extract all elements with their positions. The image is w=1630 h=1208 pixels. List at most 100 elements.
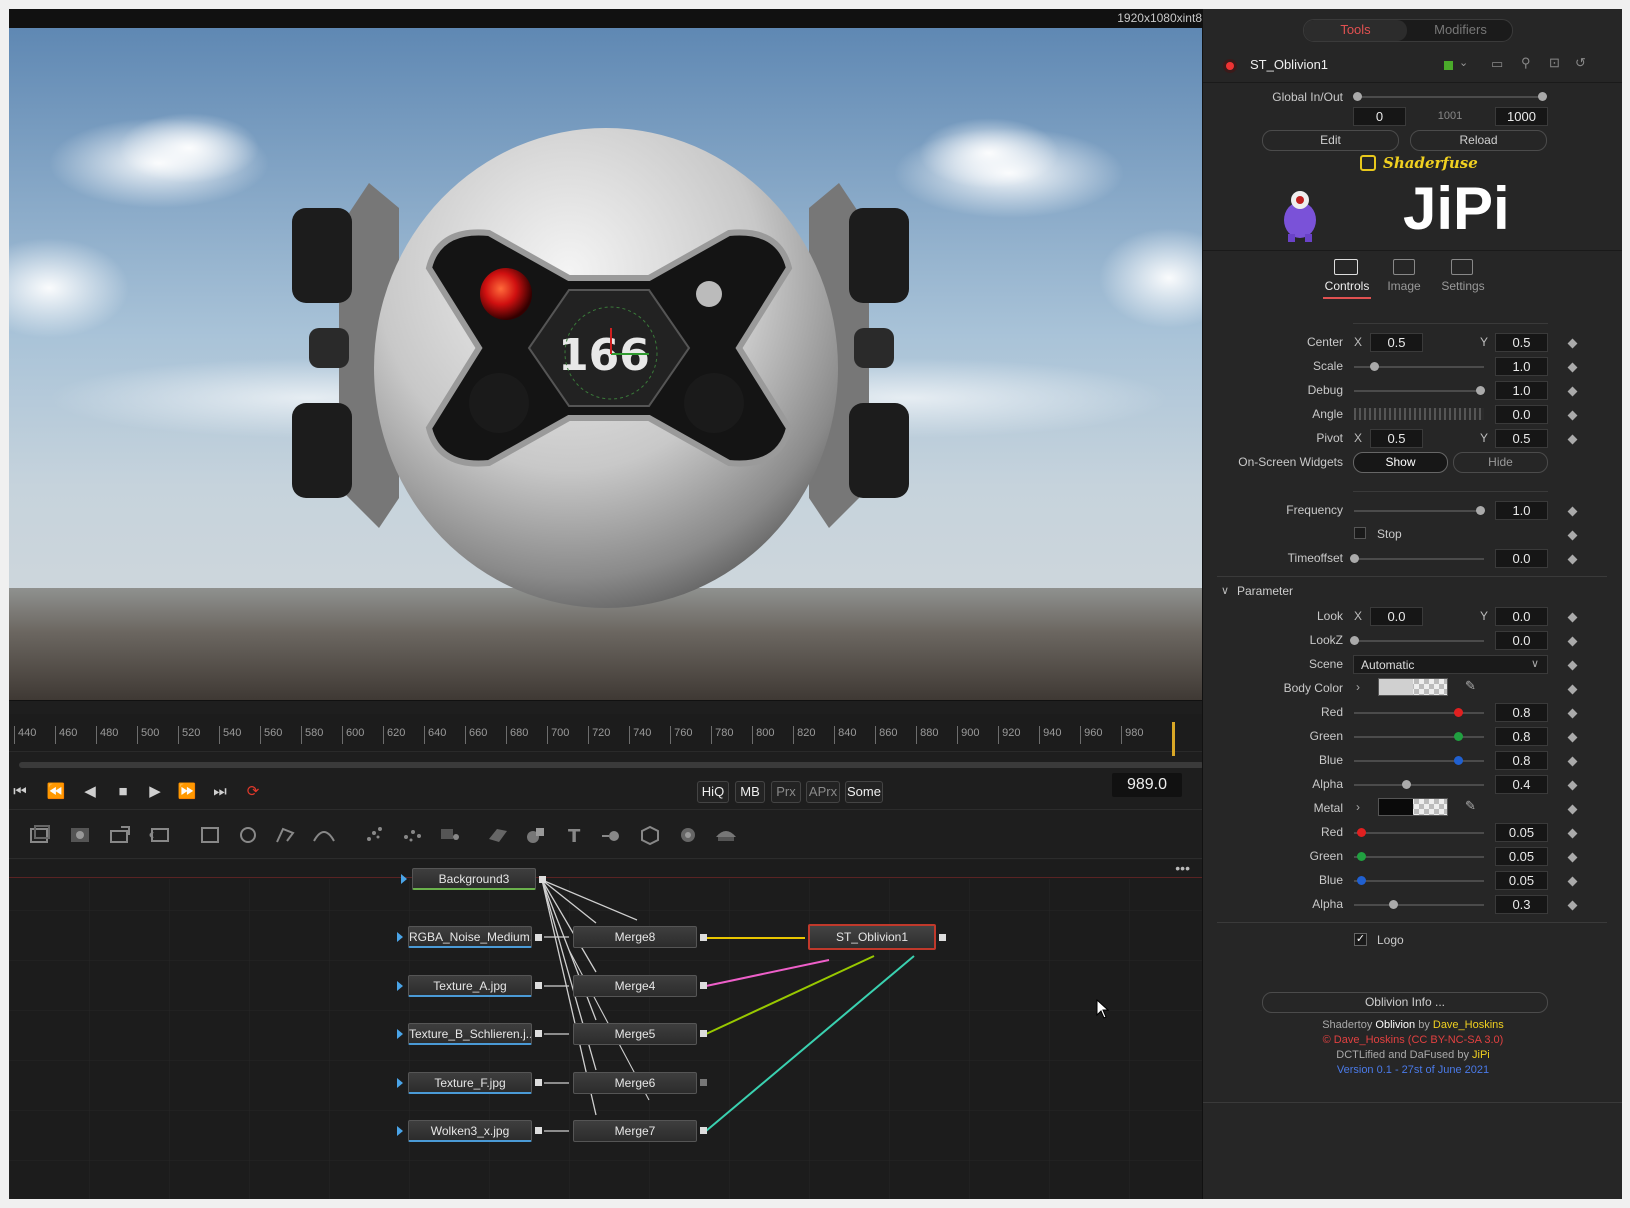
aprx-button[interactable]: APrx bbox=[806, 781, 840, 803]
particle-emitter-icon[interactable] bbox=[361, 823, 387, 847]
metal-blue-slider[interactable] bbox=[1354, 880, 1484, 882]
node-output-icon[interactable] bbox=[700, 982, 707, 989]
metal-alpha-field[interactable]: 0.3 bbox=[1495, 895, 1548, 914]
timeline-ruler[interactable]: 440 460 480 500 520 540 560 580 600 620 640 660 680 7… bbox=[9, 714, 1202, 752]
look-y-field[interactable]: 0.0 bbox=[1495, 607, 1548, 626]
text-3d-icon[interactable]: T bbox=[561, 823, 587, 847]
frequency-field[interactable]: 1.0 bbox=[1495, 501, 1548, 520]
body-red-slider[interactable] bbox=[1354, 712, 1484, 714]
metal-green-field[interactable]: 0.05 bbox=[1495, 847, 1548, 866]
some-button[interactable]: Some bbox=[845, 781, 883, 803]
node-merge7[interactable]: Merge7 bbox=[573, 1120, 697, 1142]
keyframe-icon[interactable] bbox=[1567, 732, 1578, 743]
node-output-icon[interactable] bbox=[700, 1079, 707, 1086]
stop-checkbox[interactable] bbox=[1354, 527, 1366, 539]
metal-blue-slider-handle[interactable] bbox=[1356, 876, 1366, 885]
loop-icon[interactable]: ⟳ bbox=[242, 782, 264, 802]
tool-enable-icon[interactable] bbox=[1223, 59, 1237, 73]
node-rgba-noise[interactable]: RGBA_Noise_Medium... bbox=[408, 926, 532, 948]
prx-button[interactable]: Prx bbox=[771, 781, 801, 803]
body-blue-field[interactable]: 0.8 bbox=[1495, 751, 1548, 770]
play-icon[interactable]: ▶ bbox=[144, 782, 166, 802]
node-st-oblivion1[interactable]: ST_Oblivion1 bbox=[808, 924, 936, 950]
shape-3d-icon[interactable] bbox=[523, 823, 549, 847]
current-frame-field[interactable]: 989.0 bbox=[1112, 773, 1182, 797]
frequency-slider-handle[interactable] bbox=[1476, 506, 1486, 515]
debug-field[interactable]: 1.0 bbox=[1495, 381, 1548, 400]
eyedropper-icon[interactable]: ✎ bbox=[1465, 798, 1476, 814]
keyframe-icon[interactable] bbox=[1567, 434, 1578, 445]
particle-merge-icon[interactable] bbox=[437, 823, 463, 847]
step-back-icon[interactable]: ◀ bbox=[79, 782, 101, 802]
global-inout-slider[interactable] bbox=[1356, 96, 1542, 98]
pivot-x-field[interactable]: 0.5 bbox=[1370, 429, 1423, 448]
tab-tools[interactable]: Tools bbox=[1304, 20, 1407, 41]
renderer-3d-icon[interactable] bbox=[713, 823, 739, 847]
particle-render-icon[interactable] bbox=[399, 823, 425, 847]
oblivion-info-button[interactable]: Oblivion Info ... bbox=[1262, 992, 1548, 1013]
metal-red-slider[interactable] bbox=[1354, 832, 1484, 834]
frequency-slider[interactable] bbox=[1354, 510, 1484, 512]
timeoffset-field[interactable]: 0.0 bbox=[1495, 549, 1548, 568]
transform-tool-icon[interactable] bbox=[147, 823, 173, 847]
keyframe-icon[interactable] bbox=[1567, 362, 1578, 373]
keyframe-icon[interactable] bbox=[1567, 386, 1578, 397]
body-red-slider-handle[interactable] bbox=[1454, 708, 1463, 717]
body-green-field[interactable]: 0.8 bbox=[1495, 727, 1548, 746]
hiq-button[interactable]: HiQ bbox=[697, 781, 729, 803]
node-merge6[interactable]: Merge6 bbox=[573, 1072, 697, 1094]
metal-alpha-slider[interactable] bbox=[1354, 904, 1484, 906]
timeoffset-slider[interactable] bbox=[1354, 558, 1484, 560]
go-to-end-icon[interactable]: ⏭ bbox=[209, 782, 231, 802]
logo-checkbox[interactable]: ✓ bbox=[1354, 933, 1367, 946]
hide-widgets-button[interactable]: Hide bbox=[1453, 452, 1548, 473]
keyframe-icon[interactable] bbox=[1567, 756, 1578, 767]
body-alpha-field[interactable]: 0.4 bbox=[1495, 775, 1548, 794]
metal-color-swatch[interactable] bbox=[1378, 798, 1448, 816]
background-tool-icon[interactable] bbox=[27, 823, 53, 847]
credit-version[interactable]: Version 0.1 - 27st of June 2021 bbox=[1203, 1064, 1622, 1076]
node-merge4[interactable]: Merge4 bbox=[573, 975, 697, 997]
lock-icon[interactable]: ⊡ bbox=[1549, 55, 1560, 71]
body-green-slider-handle[interactable] bbox=[1454, 732, 1463, 741]
node-wolken3[interactable]: Wolken3_x.jpg bbox=[408, 1120, 532, 1142]
node-merge5[interactable]: Merge5 bbox=[573, 1023, 697, 1045]
credit-author-link[interactable]: Dave_Hoskins bbox=[1433, 1019, 1504, 1031]
polygon-mask-icon[interactable] bbox=[273, 823, 299, 847]
rewind-icon[interactable]: ⏪ bbox=[45, 782, 67, 802]
credit-jipi-link[interactable]: JiPi bbox=[1472, 1049, 1490, 1061]
body-blue-slider[interactable] bbox=[1354, 760, 1484, 762]
node-output-icon[interactable] bbox=[535, 982, 542, 989]
keyframe-icon[interactable] bbox=[1567, 530, 1578, 541]
lookz-field[interactable]: 0.0 bbox=[1495, 631, 1548, 650]
color-tag-icon[interactable] bbox=[1444, 61, 1453, 70]
timeline-scrollbar[interactable] bbox=[19, 762, 1204, 768]
node-output-icon[interactable] bbox=[535, 1030, 542, 1037]
fast-forward-icon[interactable]: ⏩ bbox=[176, 782, 198, 802]
scale-slider-handle[interactable] bbox=[1369, 362, 1379, 371]
scale-field[interactable]: 1.0 bbox=[1495, 357, 1548, 376]
keyframe-icon[interactable] bbox=[1567, 828, 1578, 839]
body-color-swatch[interactable] bbox=[1378, 678, 1448, 696]
ellipse-mask-icon[interactable] bbox=[235, 823, 261, 847]
settings-tab-icon[interactable] bbox=[1451, 259, 1473, 275]
keyframe-icon[interactable] bbox=[1567, 708, 1578, 719]
debug-slider-handle[interactable] bbox=[1476, 386, 1486, 395]
metal-blue-field[interactable]: 0.05 bbox=[1495, 871, 1548, 890]
viewer[interactable]: 1920x1080xint8 166 bbox=[9, 9, 1202, 701]
keyframe-icon[interactable] bbox=[1567, 554, 1578, 565]
viewer-image[interactable]: 166 bbox=[9, 28, 1202, 700]
parameter-section-label[interactable]: Parameter bbox=[1237, 584, 1293, 598]
bspline-mask-icon[interactable] bbox=[311, 823, 337, 847]
image-tab-icon[interactable] bbox=[1393, 259, 1415, 275]
rectangle-mask-icon[interactable] bbox=[197, 823, 223, 847]
timeoffset-slider-handle[interactable] bbox=[1350, 554, 1359, 563]
body-red-field[interactable]: 0.8 bbox=[1495, 703, 1548, 722]
node-output-icon[interactable] bbox=[700, 1127, 707, 1134]
keyframe-icon[interactable] bbox=[1567, 636, 1578, 647]
mb-button[interactable]: MB bbox=[735, 781, 765, 803]
look-x-field[interactable]: 0.0 bbox=[1370, 607, 1423, 626]
keyframe-icon[interactable] bbox=[1567, 506, 1578, 517]
pivot-y-field[interactable]: 0.5 bbox=[1495, 429, 1548, 448]
angle-thumbwheel[interactable] bbox=[1354, 408, 1484, 420]
